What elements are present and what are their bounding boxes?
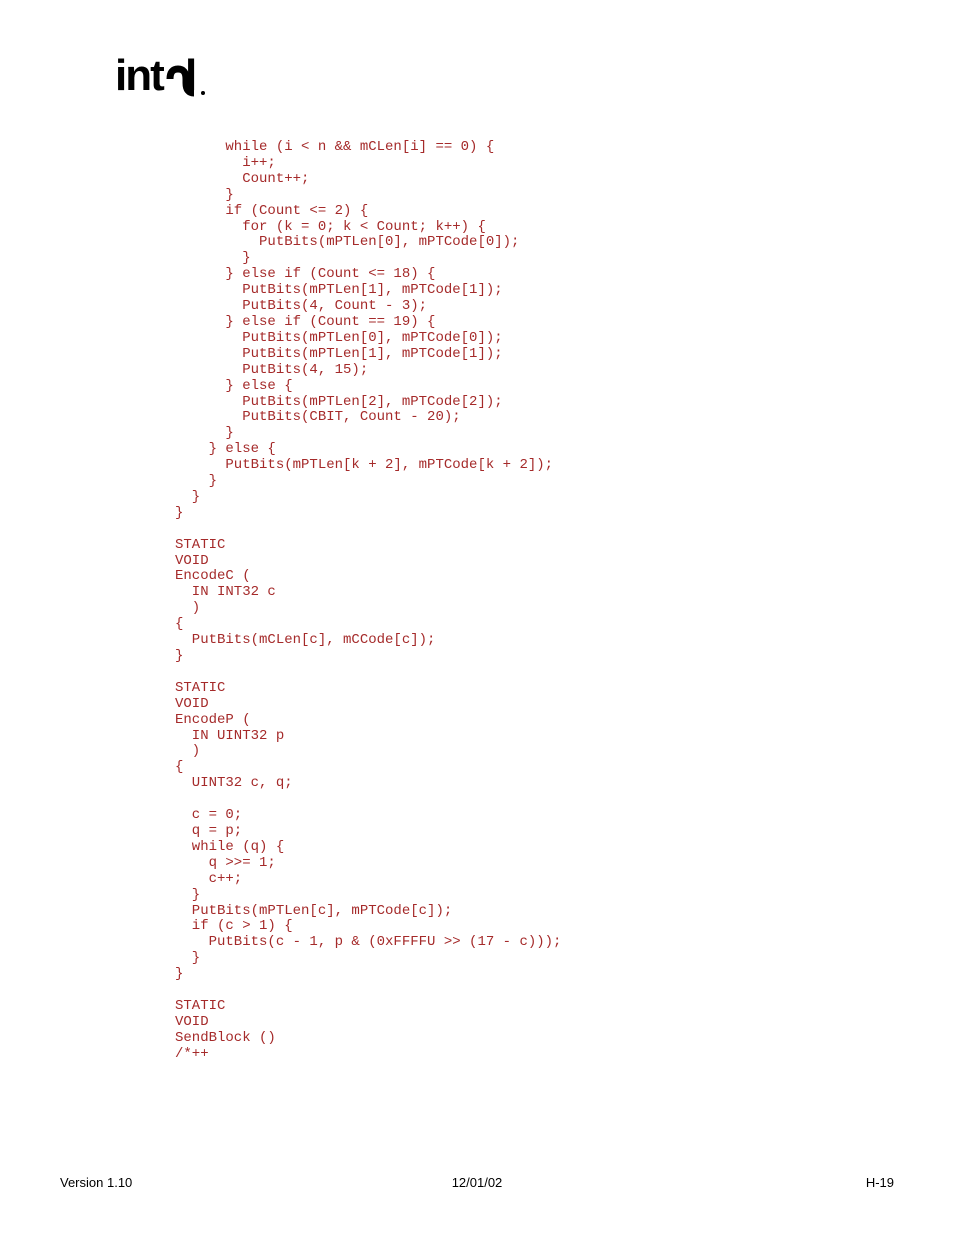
footer-date: 12/01/02 [338,1175,616,1190]
document-page: int l while (i < n && mCLen[i] == 0) { i… [0,0,954,1235]
intel-logo: int l [115,55,894,100]
svg-text:int: int [115,55,165,100]
footer-page-number: H-19 [616,1175,894,1190]
source-code-block: while (i < n && mCLen[i] == 0) { i++; Co… [175,140,894,1063]
footer-version: Version 1.10 [60,1175,338,1190]
intel-logo-icon: int l [115,55,225,100]
page-footer: Version 1.10 12/01/02 H-19 [60,1175,894,1190]
